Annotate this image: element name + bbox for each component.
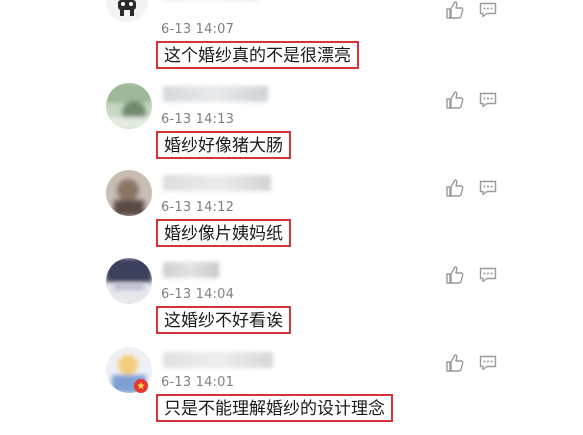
like-button[interactable] (444, 264, 466, 286)
comment-timestamp: 6-13 14:12 (161, 200, 235, 215)
comment-item: 6-13 14:04 这婚纱不好看诶 (0, 258, 583, 346)
thumbs-up-icon (446, 179, 464, 197)
comment-icon (479, 92, 497, 108)
comment-icon (479, 2, 497, 18)
comment-text: 只是不能理解婚纱的设计理念 (156, 394, 393, 422)
comment-timestamp: 6-13 14:07 (161, 22, 235, 37)
thumbs-up-icon (446, 91, 464, 109)
reply-button[interactable] (477, 177, 499, 199)
comment-text: 这个婚纱真的不是很漂亮 (156, 41, 359, 69)
username-blurred (163, 352, 273, 368)
thumbs-up-icon (446, 266, 464, 284)
reply-button[interactable] (477, 89, 499, 111)
reply-button[interactable] (477, 264, 499, 286)
avatar[interactable] (106, 170, 152, 216)
comment-text: 婚纱像片姨妈纸 (156, 219, 291, 247)
thumbs-up-icon (446, 354, 464, 372)
comment-text: 这婚纱不好看诶 (156, 306, 291, 334)
username-blurred (163, 86, 268, 102)
avatar[interactable] (106, 0, 148, 22)
username-blurred (163, 262, 219, 278)
comment-item: 6-13 14:01 只是不能理解婚纱的设计理念 (0, 347, 583, 435)
verified-badge-icon (134, 379, 148, 393)
like-button[interactable] (444, 0, 466, 21)
like-button[interactable] (444, 352, 466, 374)
reply-button[interactable] (477, 352, 499, 374)
thumbs-up-icon (446, 1, 464, 19)
comment-icon (479, 180, 497, 196)
comment-icon (479, 267, 497, 283)
comment-text: 婚纱好像猪大肠 (156, 131, 291, 159)
username-blurred (163, 175, 271, 191)
like-button[interactable] (444, 89, 466, 111)
like-button[interactable] (444, 177, 466, 199)
comment-timestamp: 6-13 14:13 (161, 112, 235, 127)
avatar[interactable] (106, 83, 152, 129)
comment-item: 6-13 14:07 这个婚纱真的不是很漂亮 (0, 0, 583, 69)
comment-item: 6-13 14:12 婚纱像片姨妈纸 (0, 170, 583, 258)
comment-item: 6-13 14:13 婚纱好像猪大肠 (0, 83, 583, 171)
avatar[interactable] (106, 258, 152, 304)
reply-button[interactable] (477, 0, 499, 21)
comment-timestamp: 6-13 14:04 (161, 287, 235, 302)
comment-timestamp: 6-13 14:01 (161, 375, 235, 390)
comment-icon (479, 355, 497, 371)
